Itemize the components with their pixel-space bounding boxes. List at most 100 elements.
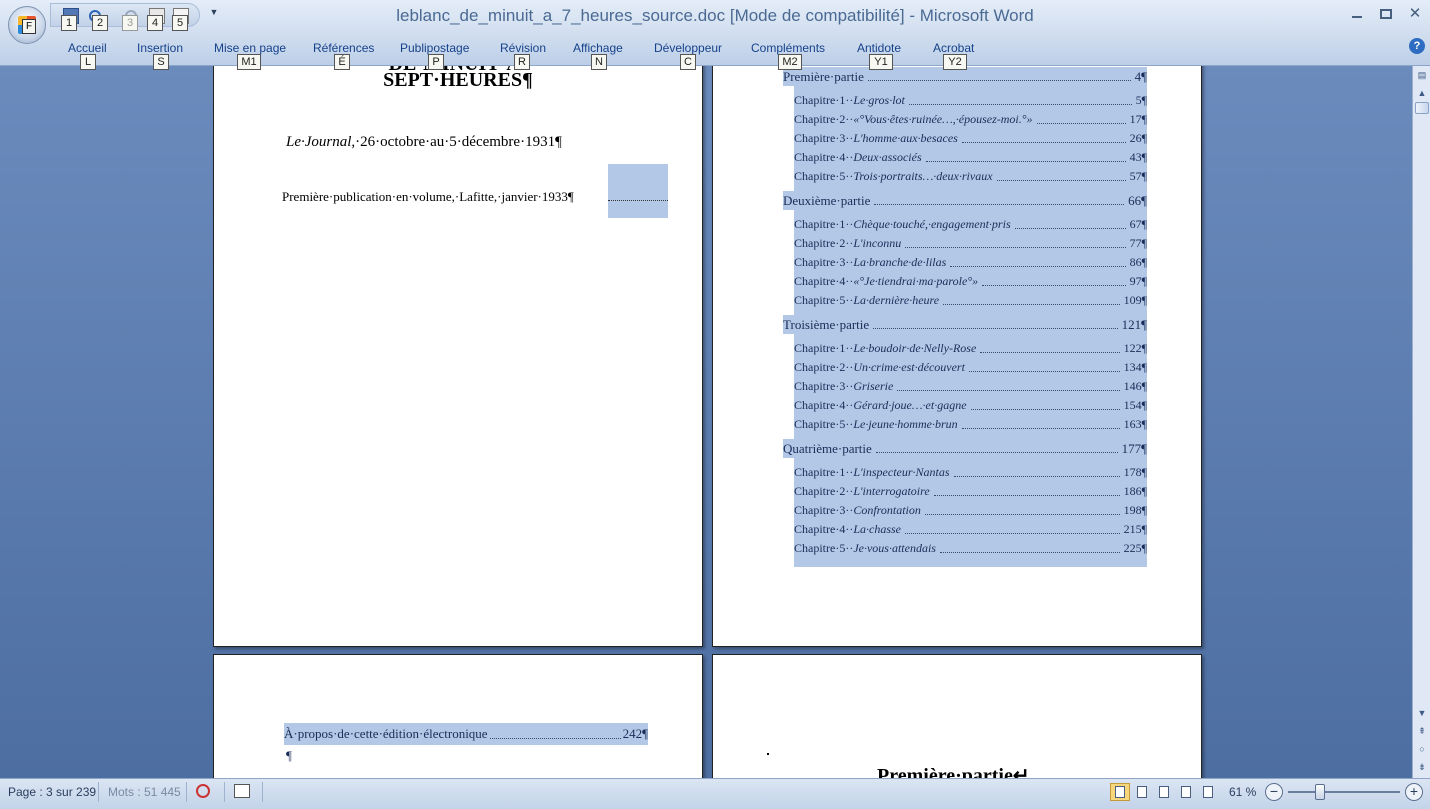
toc-leader xyxy=(996,172,1126,181)
zoom-slider-thumb[interactable] xyxy=(1315,784,1325,800)
toc-chapter-entry[interactable]: Chapitre·2··L'interrogatoire 186¶ xyxy=(794,482,1147,501)
toc-chapter-number: Chapitre·3·· xyxy=(794,503,854,517)
keytip-complements: M2 xyxy=(778,54,802,70)
toc-chapter-number: Chapitre·4·· xyxy=(794,398,854,412)
toc-entry-label: Chapitre·3··La·branche·de·lilas xyxy=(794,255,948,270)
tab-accueil[interactable]: Accueil xyxy=(68,41,107,55)
toc-part-entry[interactable]: Deuxième·partie 66¶ xyxy=(783,191,1147,210)
toc-entry-page: 97¶ xyxy=(1129,274,1147,288)
toc-chapter-entry[interactable]: Chapitre·2··«°Vous·êtes·ruinée…,·épousez… xyxy=(794,110,1147,129)
print-layout-button[interactable] xyxy=(1110,783,1130,801)
tab-acrobat[interactable]: Acrobat xyxy=(933,41,974,55)
tab-insertion[interactable]: Insertion xyxy=(137,41,183,55)
toc-chapter-entry[interactable]: Chapitre·3··L'homme·aux·besaces 26¶ xyxy=(794,129,1147,148)
toc-chapter-title: L'homme·aux·besaces xyxy=(853,131,958,145)
toc-part-entry[interactable]: Quatrième·partie 177¶ xyxy=(783,439,1147,458)
previous-page-icon[interactable]: ⇞ xyxy=(1415,724,1429,738)
help-icon[interactable]: ? xyxy=(1409,38,1425,54)
toc-part-entry[interactable]: Troisième·partie 121¶ xyxy=(783,315,1147,334)
vertical-scrollbar[interactable]: ▤ ▲ ▼ ⇞ ○ ⇟ xyxy=(1412,66,1430,778)
document-workspace[interactable]: DE·MINUIT·À· SEPT·HEURES¶ Le·Journal,·26… xyxy=(0,66,1412,778)
toc-chapter-entry[interactable]: Chapitre·5··Le·jeune·homme·brun 163¶ xyxy=(794,415,1147,434)
toc-entry-page: 26¶ xyxy=(1129,131,1147,145)
toc-chapter-number: Chapitre·5·· xyxy=(794,169,854,183)
page-indicator[interactable]: Page : 3 sur 239 xyxy=(8,785,96,799)
tab-revision[interactable]: Révision xyxy=(500,41,546,55)
scroll-thumb[interactable] xyxy=(1415,102,1429,114)
macro-record-icon[interactable] xyxy=(234,784,250,798)
browse-object-icon[interactable]: ○ xyxy=(1415,742,1429,756)
minimize-button[interactable] xyxy=(1346,4,1368,24)
tab-affichage[interactable]: Affichage xyxy=(573,41,623,55)
tab-mise-en-page[interactable]: Mise en page xyxy=(214,41,286,55)
close-button[interactable]: ✕ xyxy=(1404,4,1426,24)
document-page-4[interactable]: Première·partie↵ xyxy=(712,654,1202,778)
word-count[interactable]: Mots : 51 445 xyxy=(108,785,181,799)
scroll-up-icon[interactable]: ▲ xyxy=(1415,86,1429,100)
draft-button[interactable] xyxy=(1198,783,1218,801)
journal-dates: ,·26·octobre·au·5·décembre·1931¶ xyxy=(351,134,562,150)
toc-chapter-entry[interactable]: Chapitre·5··Je·vous·attendais 225¶ xyxy=(794,539,1147,558)
tab-antidote[interactable]: Antidote xyxy=(857,41,901,55)
journal-line: Le·Journal,·26·octobre·au·5·décembre·193… xyxy=(286,134,562,151)
status-bar: Page : 3 sur 239 Mots : 51 445 61 % − + xyxy=(0,778,1430,809)
toc-entry-page: 77¶ xyxy=(1129,236,1147,250)
toc-leader xyxy=(1036,115,1126,124)
keytip-developpeur: C xyxy=(680,54,696,70)
toc-chapter-entry[interactable]: Chapitre·1··Le·gros·lot 5¶ xyxy=(794,91,1147,110)
toc-entry-label: Chapitre·2··L'inconnu xyxy=(794,236,903,251)
tab-complements[interactable]: Compléments xyxy=(751,41,825,55)
selection-block xyxy=(608,164,668,218)
toc-chapter-entry[interactable]: Chapitre·3··Confrontation 198¶ xyxy=(794,501,1147,520)
draft-icon xyxy=(1203,786,1213,798)
toc-chapter-entry[interactable]: Chapitre·5··Trois·portraits…·deux·rivaux… xyxy=(794,167,1147,186)
document-page-3[interactable]: À·propos·de·cette·édition·électronique 2… xyxy=(213,654,703,778)
toc-chapter-entry[interactable]: Chapitre·3··Griserie 146¶ xyxy=(794,377,1147,396)
toc-chapter-title: Chèque·touché,·engagement·pris xyxy=(853,217,1011,231)
outline-icon xyxy=(1181,786,1191,798)
next-page-icon[interactable]: ⇟ xyxy=(1415,760,1429,774)
toc-chapter-entry[interactable]: Chapitre·1··L'inspecteur·Nantas 178¶ xyxy=(794,463,1147,482)
document-page-1[interactable]: DE·MINUIT·À· SEPT·HEURES¶ Le·Journal,·26… xyxy=(213,66,703,647)
toc-entry-label: Chapitre·3··L'homme·aux·besaces xyxy=(794,131,960,146)
keytip-antidote: Y1 xyxy=(869,54,893,70)
ruler-toggle-icon[interactable]: ▤ xyxy=(1415,68,1429,82)
scroll-down-icon[interactable]: ▼ xyxy=(1415,706,1429,720)
document-page-2[interactable]: Première·partie 4¶ Chapitre·1··Le·gros·lot… xyxy=(712,66,1202,647)
toc-chapter-entry[interactable]: Chapitre·1··Le·boudoir·de·Nelly-Rose 122¶ xyxy=(794,339,1147,358)
toc-chapter-entry[interactable]: Chapitre·1··Chèque·touché,·engagement·pr… xyxy=(794,215,1147,234)
zoom-slider-track[interactable] xyxy=(1288,791,1400,793)
toc-leader xyxy=(875,444,1118,453)
zoom-level[interactable]: 61 % xyxy=(1229,785,1256,799)
customize-qat-icon[interactable]: ▼ xyxy=(208,7,220,19)
toc-chapter-entry[interactable]: Chapitre·5··La·dernière·heure 109¶ xyxy=(794,291,1147,310)
toc-chapter-entry[interactable]: Chapitre·4··La·chasse 215¶ xyxy=(794,520,1147,539)
office-button[interactable]: F xyxy=(8,6,46,44)
full-screen-reading-button[interactable] xyxy=(1132,783,1152,801)
toc-chapter-entry[interactable]: Chapitre·4··«°Je·tiendrai·ma·parole°» 97¶ xyxy=(794,272,1147,291)
web-layout-button[interactable] xyxy=(1154,783,1174,801)
tab-publipostage[interactable]: Publipostage xyxy=(400,41,469,55)
tab-developpeur[interactable]: Développeur xyxy=(654,41,722,55)
toc-chapter-entry[interactable]: Chapitre·4··Gérard·joue…·et·gagne 154¶ xyxy=(794,396,1147,415)
toc-chapter-entry[interactable]: Chapitre·4··Deux·associés 43¶ xyxy=(794,148,1147,167)
zoom-in-button[interactable]: + xyxy=(1405,783,1423,801)
window-title: leblanc_de_minuit_a_7_heures_source.doc … xyxy=(396,6,1034,25)
toc-chapter-entry[interactable]: Chapitre·3··La·branche·de·lilas 86¶ xyxy=(794,253,1147,272)
toc-entry-apropos[interactable]: À·propos·de·cette·édition·électronique 2… xyxy=(284,723,648,745)
toc-chapter-title: Je·vous·attendais xyxy=(853,541,936,555)
toc-entry-label: Chapitre·5··Je·vous·attendais xyxy=(794,541,938,556)
toc-chapter-number: Chapitre·5·· xyxy=(794,293,854,307)
toc-leader xyxy=(873,320,1118,329)
toc-chapter-number: Chapitre·2·· xyxy=(794,236,854,250)
tab-references[interactable]: Références xyxy=(313,41,374,55)
toc-chapter-title: La·chasse xyxy=(853,522,901,536)
maximize-button[interactable] xyxy=(1375,4,1397,24)
zoom-out-button[interactable]: − xyxy=(1265,783,1283,801)
proofing-icon[interactable] xyxy=(196,784,210,798)
outline-button[interactable] xyxy=(1176,783,1196,801)
toc-chapter-entry[interactable]: Chapitre·2··Un·crime·est·découvert 134¶ xyxy=(794,358,1147,377)
toc-chapter-entry[interactable]: Chapitre·2··L'inconnu 77¶ xyxy=(794,234,1147,253)
toc-entry-page: 67¶ xyxy=(1129,217,1147,231)
toc-chapter-number: Chapitre·1·· xyxy=(794,341,854,355)
